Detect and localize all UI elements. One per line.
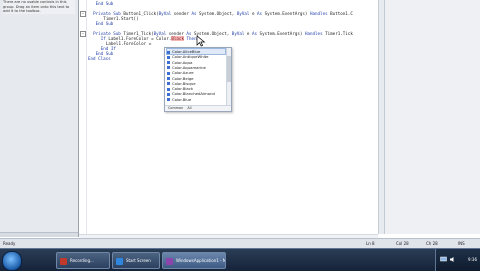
intellisense-item[interactable]: Color.Bisque <box>167 81 225 86</box>
side-panel <box>385 0 480 234</box>
property-icon <box>167 77 170 80</box>
code-token: Button1.C <box>327 10 353 16</box>
intellisense-tabs: Common All <box>165 105 231 111</box>
taskbar: Recording... Start Screen WindowsApplicati… <box>0 248 480 271</box>
intellisense-item[interactable]: Color.Aquamarine <box>167 65 225 70</box>
intellisense-item[interactable]: Color.Azure <box>167 70 225 75</box>
code-line[interactable]: End Sub <box>96 21 114 26</box>
code-token: System.EventArgs) <box>262 10 310 16</box>
code-token: e <box>244 30 252 36</box>
intellisense-item-label: Color.Black <box>172 86 194 92</box>
intellisense-item[interactable]: Color.Black <box>167 86 225 91</box>
property-icon <box>167 87 170 91</box>
taskbar-clock[interactable]: 9:36 <box>468 249 477 271</box>
property-icon <box>167 55 170 59</box>
intellisense-item-label: Color.Azure <box>172 70 194 76</box>
property-icon <box>167 66 170 70</box>
app-icon <box>166 257 173 265</box>
property-icon <box>167 82 170 86</box>
code-keyword: ByVal <box>236 10 250 16</box>
code-token: System.Object, <box>196 10 237 16</box>
code-keyword: ByVal <box>231 30 245 36</box>
property-icon <box>167 61 170 65</box>
intellisense-item-label: Color.Blue <box>172 96 192 102</box>
taskbar-button-label: Start Screen <box>126 258 151 263</box>
intellisense-item-label: Color.BlanchedAlmond <box>172 91 215 97</box>
intellisense-tab-common[interactable]: Common <box>168 106 183 110</box>
intellisense-item[interactable]: Color.AntiqueWhite <box>167 54 225 59</box>
intellisense-scrollbar[interactable] <box>226 48 231 111</box>
start-button[interactable] <box>2 251 22 271</box>
taskbar-button[interactable]: Start Screen <box>112 252 160 269</box>
intellisense-item[interactable]: Color.Blue <box>167 97 225 102</box>
app-icon <box>60 257 67 265</box>
code-token: Timer1.Tick <box>322 30 353 36</box>
app-icon <box>116 257 123 265</box>
intellisense-scroll-thumb[interactable] <box>227 56 231 82</box>
intellisense-item[interactable]: Color.BlanchedAlmond <box>167 91 225 96</box>
code-keyword: Handles <box>304 30 323 36</box>
taskbar-button[interactable]: Recording... <box>56 252 110 269</box>
mouse-pointer-icon <box>196 35 206 47</box>
toolbox-panel: There are no usable controls in this gro… <box>0 0 79 237</box>
code-token: sender <box>171 10 192 16</box>
collapse-toggle-icon[interactable]: − <box>80 30 86 37</box>
code-keyword: ByVal <box>158 10 172 16</box>
code-keyword: End Sub <box>95 20 114 26</box>
code-token: Black <box>171 35 184 41</box>
code-token: e <box>249 10 258 16</box>
collapse-toggle-icon[interactable]: − <box>80 10 86 17</box>
code-line[interactable]: End Class <box>88 56 111 61</box>
network-icon[interactable] <box>440 256 447 263</box>
toolbox-hint-text: There are no usable controls in this gro… <box>3 0 75 14</box>
toolbox-bottom-bar <box>0 232 78 237</box>
code-token: System.EventArgs) <box>257 30 305 36</box>
taskbar-button-label: WindowsApplication1 - Micros... <box>176 258 226 263</box>
code-keyword: Handles <box>309 10 328 16</box>
code-keyword: End Class <box>88 55 111 61</box>
taskbar-button[interactable]: WindowsApplication1 - Micros... <box>162 252 226 269</box>
property-icon <box>167 98 170 102</box>
intellisense-item-label: Color.AntiqueWhite <box>172 54 209 60</box>
code-line[interactable]: End Sub <box>96 1 114 6</box>
intellisense-item-label: Color.AliceBlue <box>172 49 201 54</box>
property-icon <box>167 50 170 54</box>
system-tray: 9:36 <box>435 249 480 271</box>
intellisense-item[interactable]: Color.AliceBlue <box>166 48 226 55</box>
code-editor[interactable]: End Sub Private Sub Button1_Click(ByVal s… <box>79 0 379 234</box>
volume-icon[interactable] <box>449 256 456 263</box>
intellisense-item[interactable]: Color.Beige <box>167 76 225 81</box>
taskbar-button-label: Recording... <box>70 258 94 263</box>
intellisense-item-label: Color.Aqua <box>172 59 193 65</box>
property-icon <box>167 92 170 96</box>
intellisense-tab-all[interactable]: All <box>187 106 191 110</box>
intellisense-item-label: Color.Beige <box>172 75 194 81</box>
intellisense-item[interactable]: Color.Aqua <box>167 60 225 65</box>
intellisense-popup[interactable]: Color.AliceBlue Color.AntiqueWhite Color.A… <box>164 47 232 112</box>
property-icon <box>167 71 170 75</box>
code-keyword: End Sub <box>95 0 114 6</box>
intellisense-item-label: Color.Aquamarine <box>172 64 206 70</box>
intellisense-item-label: Color.Bisque <box>172 80 196 86</box>
